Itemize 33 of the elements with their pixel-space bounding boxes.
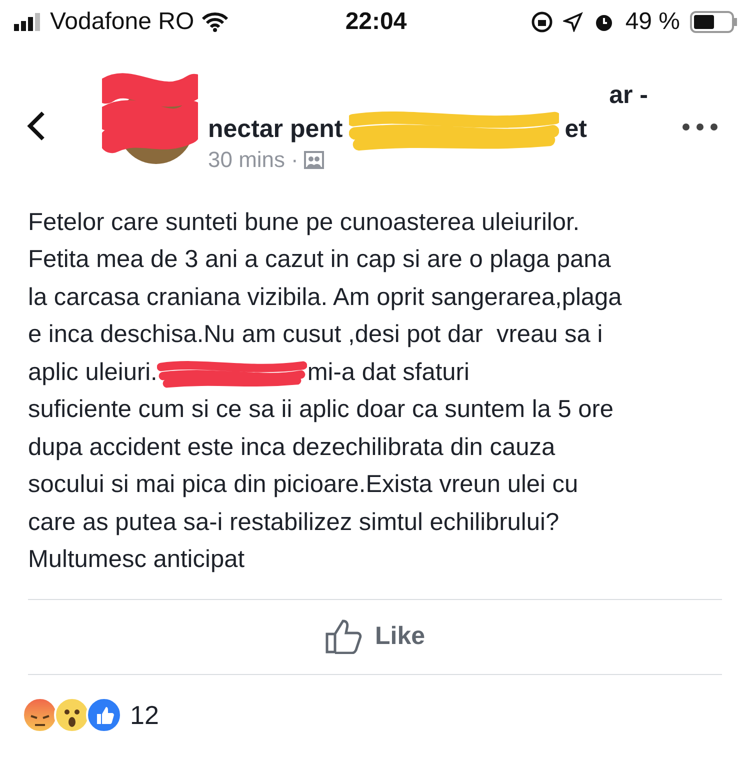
post-text-line: Fetita mea de 3 ani a cazut in cap si are o plaga pana: [28, 246, 611, 274]
battery-icon: [690, 11, 738, 33]
angry-reaction-icon: [22, 697, 58, 733]
post-text-line: mi-a dat sfaturi: [307, 358, 470, 387]
separator-dot: ·: [291, 147, 298, 173]
back-chevron-icon: [26, 110, 46, 142]
post-text-line: Multumesc anticipat: [28, 546, 245, 574]
battery-percentage: 49 %: [625, 8, 680, 36]
wifi-icon: [202, 12, 228, 32]
rotation-lock-icon: [531, 11, 554, 33]
post-text-line: e inca deschisa.Nu am cusut ,desi pot dar vreau sa i: [28, 321, 603, 350]
carrier-name: Vodafone RO: [50, 8, 194, 36]
post-title-fragment: et: [564, 114, 587, 144]
wow-reaction-icon: [54, 697, 90, 733]
reaction-count: 12: [130, 700, 159, 730]
post-text-line: dupa accident este inca dezechilibrata din cauza: [28, 434, 556, 462]
post-text-line: care as putea sa-i restabilizez simtul echilibrului?: [28, 508, 560, 537]
post-text-line: socului si mai pica din picioare.Exista vreun ulei cu: [28, 471, 578, 500]
post-text-line: suficiente cum si ce sa ii aplic doar ca suntem la 5 ore: [28, 396, 614, 424]
post-text-line: aplic uleiuri.: [28, 358, 158, 387]
post-text-line: Fetelor care sunteti bune pe cunoasterea uleiurilor.: [28, 208, 580, 237]
clock-time: 22:04: [345, 8, 407, 36]
location-arrow-icon: [563, 12, 584, 32]
like-reaction-icon: [86, 697, 122, 733]
thumbs-up-icon: [324, 618, 363, 654]
post-title-fragment: nectar pent: [208, 114, 343, 144]
post-title-fragment: ar -: [609, 80, 648, 110]
more-dots-icon: [682, 122, 718, 130]
group-icon: [304, 151, 324, 169]
post-text-line: la carcasa craniana vizibila. Am oprit sangerarea,plaga: [28, 284, 622, 312]
signal-icon: [14, 13, 42, 31]
like-button[interactable]: Like: [324, 618, 426, 654]
post-time: 30 mins: [208, 147, 286, 173]
